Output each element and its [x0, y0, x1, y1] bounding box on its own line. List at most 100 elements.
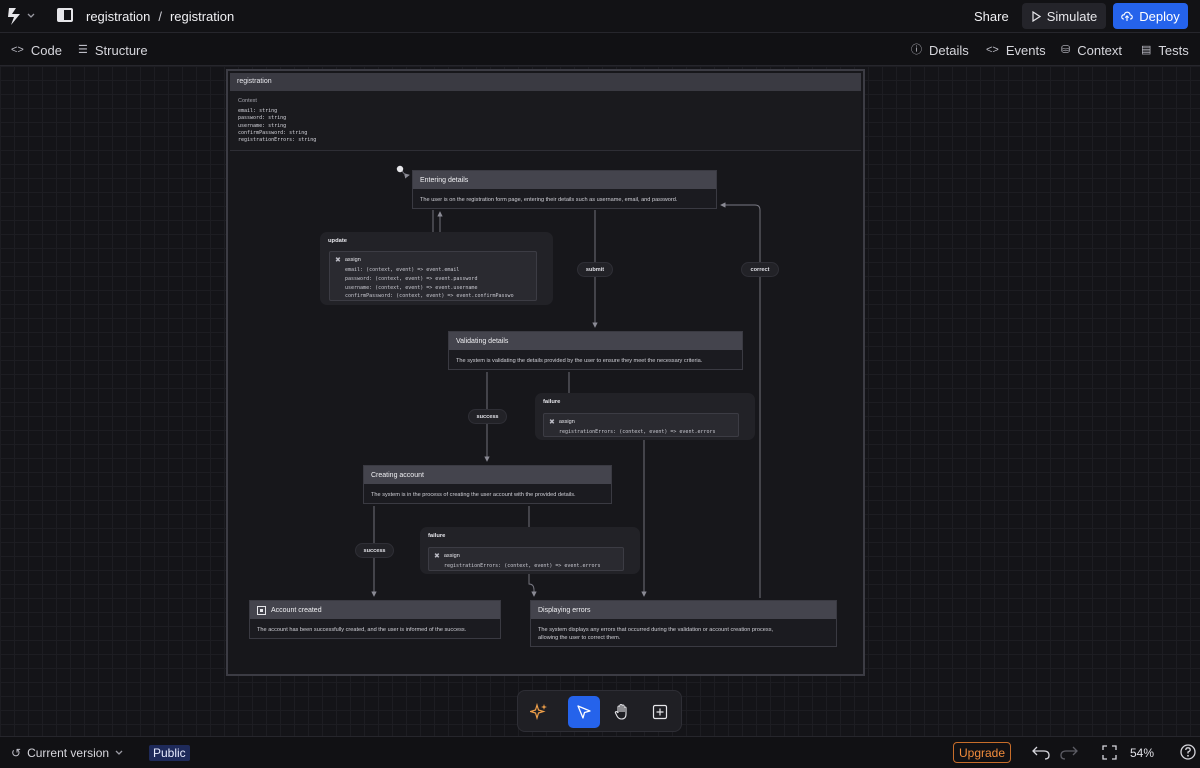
state-title: Validating details — [449, 332, 742, 350]
canvas-toolbar — [517, 690, 682, 732]
simulate-button[interactable]: Simulate — [1022, 3, 1106, 29]
final-state-icon — [257, 605, 266, 615]
state-description-line: The system displays any errors that occu… — [538, 627, 774, 633]
panel-tabs-bar: <> Code ☰ Structure ⓘ Details <> Events … — [0, 34, 1200, 66]
app-logo-menu[interactable] — [6, 6, 36, 26]
top-bar: registration / registration Share Simula… — [0, 0, 1200, 33]
fit-view-icon[interactable] — [1102, 745, 1117, 760]
add-state-icon — [652, 704, 668, 720]
undo-icon[interactable] — [1031, 743, 1051, 761]
transition-update[interactable]: update ✖ assign email: (context, event) … — [320, 232, 553, 305]
context-line: email: string — [238, 108, 278, 114]
transition-submit[interactable]: submit — [577, 262, 613, 277]
assign-action[interactable]: ✖ assign registrationErrors: (context, e… — [543, 413, 739, 437]
transition-validating-success[interactable]: success — [468, 409, 507, 424]
context-line: username: string — [238, 122, 287, 129]
assign-icon: ✖ — [434, 553, 440, 560]
assign-action[interactable]: ✖ assign email: (context, event) => even… — [329, 251, 537, 301]
sparkle-icon — [530, 703, 547, 721]
context-line: password: string — [238, 115, 287, 122]
assign-action[interactable]: ✖ assign registrationErrors: (context, e… — [428, 547, 624, 571]
state-description: The user is on the registration form pag… — [420, 197, 678, 203]
tab-tests[interactable]: ▤ Tests — [1141, 43, 1189, 58]
state-description: The system is in the process of creating… — [371, 492, 576, 498]
transition-creating-success[interactable]: success — [355, 543, 394, 558]
transition-event-label: failure — [428, 533, 446, 539]
machine-context: Context email: string password: string u… — [230, 91, 861, 151]
breadcrumb-machine[interactable]: registration — [170, 9, 234, 24]
assign-line: confirmPassword: (context, event) => eve… — [345, 293, 514, 300]
add-state-button[interactable] — [644, 696, 676, 728]
info-icon: ⓘ — [911, 44, 922, 56]
tab-events[interactable]: <> Events — [986, 43, 1046, 58]
state-validating-details[interactable]: Validating details The system is validat… — [448, 331, 743, 370]
tab-structure-label: Structure — [94, 43, 148, 58]
list-tree-icon: ☰ — [78, 44, 88, 56]
state-creating-account[interactable]: Creating account The system is in the pr… — [363, 465, 612, 504]
assign-line: username: (context, event) => event.user… — [345, 284, 478, 291]
tab-code[interactable]: <> Code — [11, 43, 62, 58]
assign-line: password: (context, event) => event.pass… — [345, 275, 478, 282]
zoom-level[interactable]: 54% — [1130, 746, 1154, 760]
action-label: assign — [443, 553, 460, 559]
visibility-badge[interactable]: Public — [149, 745, 190, 761]
simulate-label: Simulate — [1046, 8, 1098, 24]
machine-root-state[interactable]: registration Context email: string passw… — [226, 69, 865, 676]
state-account-created[interactable]: Account created The account has been suc… — [249, 600, 501, 639]
pointer-icon — [577, 705, 591, 719]
tab-structure[interactable]: ☰ Structure — [78, 43, 148, 58]
upgrade-button[interactable]: Upgrade — [953, 742, 1011, 763]
clipboard-icon: ▤ — [1141, 44, 1152, 56]
tab-details[interactable]: ⓘ Details — [911, 43, 969, 58]
cloud-upload-icon — [1121, 11, 1134, 21]
action-label: assign — [344, 257, 361, 263]
transition-creating-failure[interactable]: failure ✖ assign registrationErrors: (co… — [420, 527, 640, 574]
status-bar: ↺ Current version Public Upgrade 54% — [0, 736, 1200, 768]
assign-line: registrationErrors: (context, event) => … — [559, 429, 716, 435]
code-icon: <> — [11, 44, 24, 56]
state-displaying-errors[interactable]: Displaying errors The system displays an… — [530, 600, 837, 647]
state-entering-details[interactable]: Entering details The user is on the regi… — [412, 170, 717, 209]
tab-events-label: Events — [1005, 43, 1046, 58]
action-header: ✖ assign — [330, 252, 536, 266]
transition-event-label: failure — [543, 399, 561, 405]
deploy-label: Deploy — [1139, 8, 1180, 24]
share-button[interactable]: Share — [974, 9, 1009, 24]
action-header: ✖ assign — [429, 548, 623, 562]
tab-details-label: Details — [929, 43, 969, 58]
ai-assist-button[interactable] — [523, 696, 555, 728]
assign-icon: ✖ — [549, 419, 555, 426]
transition-event-label: update — [328, 238, 348, 244]
tab-context[interactable]: ⛁ Context — [1061, 43, 1122, 58]
select-tool-button[interactable] — [568, 696, 600, 728]
sidebar-toggle-icon[interactable] — [57, 8, 73, 22]
deploy-button[interactable]: Deploy — [1113, 3, 1188, 29]
breadcrumb-project[interactable]: registration — [86, 9, 150, 24]
tab-tests-label: Tests — [1158, 43, 1189, 58]
hand-icon — [614, 703, 627, 720]
state-header: Account created — [250, 601, 500, 619]
play-icon — [1032, 10, 1041, 22]
stately-logo-icon — [8, 8, 20, 25]
pan-tool-button[interactable] — [606, 696, 638, 728]
redo-icon[interactable] — [1059, 743, 1079, 761]
tab-context-label: Context — [1077, 43, 1123, 58]
state-description-line: allowing the user to correct them. — [538, 635, 621, 641]
context-label: Context — [238, 98, 257, 104]
chevron-down-icon — [115, 750, 123, 755]
tab-code-label: Code — [30, 43, 62, 58]
breadcrumb-separator: / — [158, 9, 162, 24]
state-title: Creating account — [364, 466, 611, 484]
assign-icon: ✖ — [335, 257, 341, 264]
transition-correct[interactable]: correct — [741, 262, 779, 277]
assign-line: email: (context, event) => event.email — [345, 267, 460, 273]
state-description: The account has been successfully create… — [257, 627, 467, 633]
help-icon[interactable] — [1180, 744, 1196, 760]
transition-validating-failure[interactable]: failure ✖ assign registrationErrors: (co… — [535, 393, 755, 440]
assign-line: registrationErrors: (context, event) => … — [444, 563, 601, 569]
state-title: Entering details — [413, 171, 716, 189]
state-title: Displaying errors — [531, 601, 836, 619]
action-label: assign — [558, 419, 575, 425]
version-selector[interactable]: ↺ Current version — [11, 746, 123, 760]
version-label: Current version — [27, 746, 110, 760]
